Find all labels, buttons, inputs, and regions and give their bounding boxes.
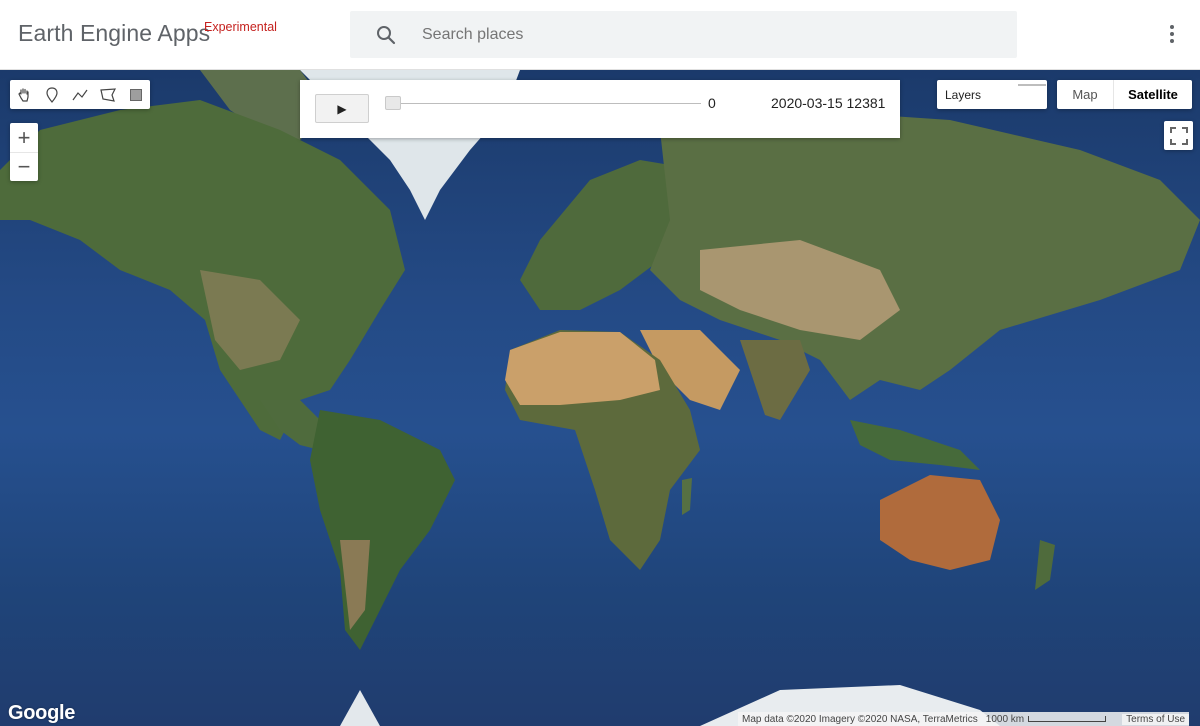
- date-label: 2020-03-15 12381: [771, 95, 886, 111]
- map-attribution: Map data ©2020 Imagery ©2020 NASA, Terra…: [742, 713, 978, 725]
- layers-opacity-bar[interactable]: [1018, 84, 1046, 86]
- slider-thumb[interactable]: [385, 96, 401, 110]
- zoom-out-button[interactable]: −: [10, 152, 38, 181]
- terms-of-use-link[interactable]: Terms of Use: [1122, 713, 1190, 725]
- fullscreen-icon: [1169, 126, 1188, 145]
- search-box[interactable]: [350, 11, 1017, 58]
- play-button[interactable]: ▶: [315, 94, 369, 123]
- more-vert-icon[interactable]: [1160, 22, 1184, 48]
- map-type-map-button[interactable]: Map: [1057, 80, 1114, 109]
- slider-track: [385, 103, 701, 104]
- search-icon[interactable]: [374, 23, 398, 47]
- line-icon[interactable]: [66, 80, 94, 109]
- map-type-satellite-button[interactable]: Satellite: [1114, 80, 1192, 109]
- scale-label: 1000 km: [985, 713, 1025, 725]
- fullscreen-button[interactable]: [1164, 121, 1193, 150]
- polygon-icon[interactable]: [94, 80, 122, 109]
- app-title: Earth Engine Apps: [18, 20, 211, 46]
- timeline-panel: ▶ 0 2020-03-15 12381: [300, 80, 900, 138]
- zoom-control: + −: [10, 123, 38, 181]
- experimental-badge: Experimental: [204, 20, 277, 34]
- satellite-imagery: [0, 70, 1200, 726]
- layers-label: Layers: [945, 88, 982, 102]
- map-type-control: Map Satellite: [1057, 80, 1192, 109]
- scale-control[interactable]: 1000 km: [982, 714, 1110, 725]
- zoom-in-button[interactable]: +: [10, 123, 38, 152]
- point-marker-icon[interactable]: [38, 80, 66, 109]
- layers-control[interactable]: Layers: [937, 80, 1047, 109]
- hand-pan-icon[interactable]: [10, 80, 38, 109]
- rectangle-icon[interactable]: [122, 80, 150, 109]
- attribution-bar: Map data ©2020 Imagery ©2020 NASA, Terra…: [738, 712, 1190, 726]
- app-header: Earth Engine Apps Experimental: [0, 0, 1200, 70]
- slider-value: 0: [708, 95, 716, 111]
- scale-bar: [1028, 716, 1107, 722]
- drawing-tools: [10, 80, 150, 109]
- time-slider[interactable]: [385, 95, 701, 111]
- map-canvas[interactable]: + − ▶ 0 2020-03-15 12381 Layers Map Sate…: [0, 70, 1200, 726]
- google-logo: Google: [8, 702, 76, 724]
- search-input[interactable]: [422, 11, 1002, 58]
